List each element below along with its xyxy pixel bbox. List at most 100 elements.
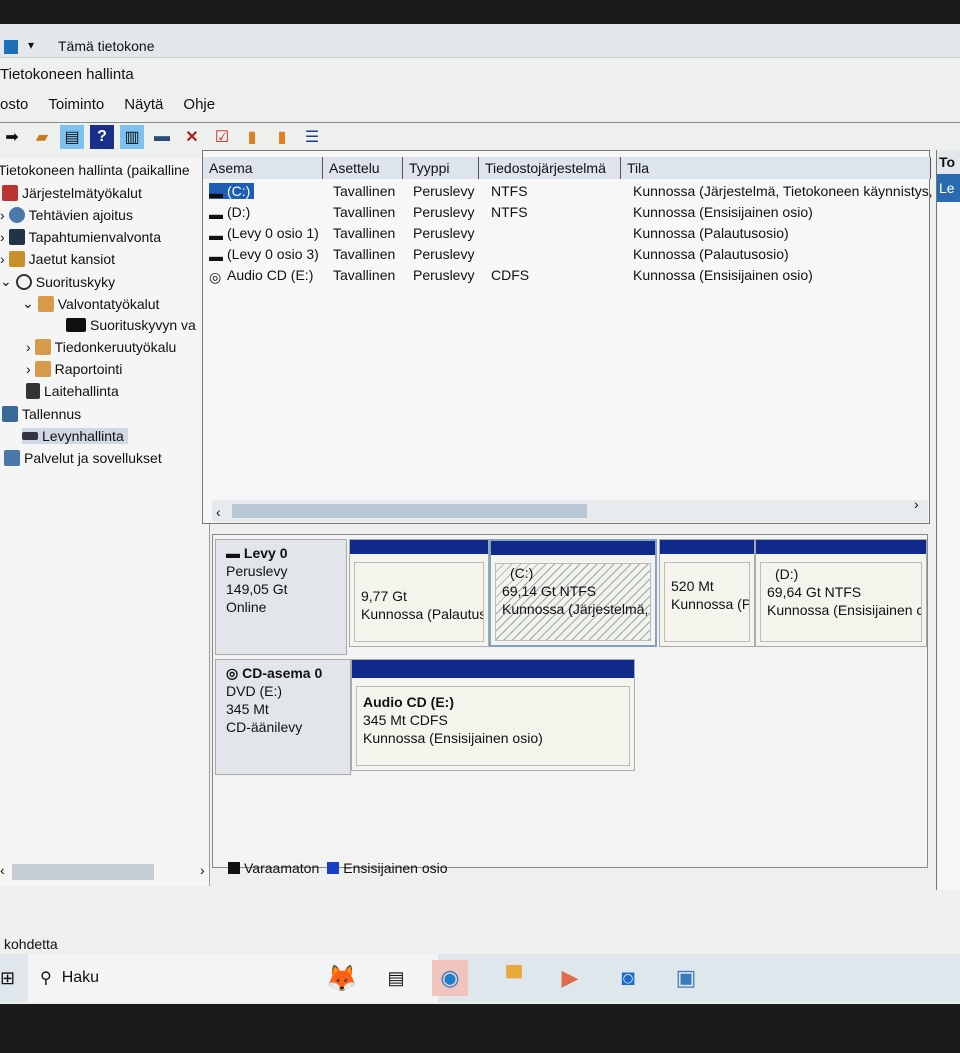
quick-access-dropdown-icon[interactable]: ▾ — [28, 38, 34, 52]
cell-status: Kunnossa (Ensisijainen osio) — [633, 267, 813, 283]
chevron-right-icon[interactable]: › — [0, 207, 5, 223]
window-title: Tämä tietokone — [58, 38, 155, 54]
partition-recovery-1[interactable]: 9,77 Gt Kunnossa (Palautus — [349, 539, 489, 647]
services-icon — [4, 450, 20, 466]
table-row[interactable]: (Levy 0 osio 3) Tavallinen Peruslevy Kunnos… — [209, 246, 925, 266]
partition-c[interactable]: (C:) 69,14 Gt NTFS Kunnossa (Järjestelmä, … — [489, 539, 657, 647]
storage-icon — [2, 406, 18, 422]
cd-drive-0-label[interactable]: ◎ CD-asema 0 DVD (E:) 345 Mt CD-äänilevy — [215, 659, 351, 775]
folder-up-icon[interactable]: ▰ — [30, 125, 54, 149]
export-icon[interactable]: ▮ — [240, 125, 264, 149]
menu-help[interactable]: Ohje — [183, 96, 215, 120]
show-hide-console-tree-icon[interactable]: ▤ — [60, 124, 84, 149]
tree-item-device-manager[interactable]: Laitehallinta — [26, 383, 119, 399]
tree-item-disk-management[interactable]: Levynhallinta — [22, 428, 128, 444]
partition-recovery-3[interactable]: 520 Mt Kunnossa (P — [659, 539, 755, 647]
search-icon: ⚲ — [40, 970, 52, 987]
disk-graphical-view: ▬ Levy 0 Peruslevy 149,05 Gt Online 9,77… — [212, 534, 928, 868]
connect-icon[interactable]: ▬ — [150, 125, 174, 149]
partition-d[interactable]: (D:) 69,64 Gt NTFS Kunnossa (Ensisijainen … — [755, 539, 927, 647]
tree-item-task-scheduler[interactable]: › Tehtävien ajoitus — [0, 207, 133, 223]
table-row[interactable]: (Levy 0 osio 1) Tavallinen Peruslevy Kunnos… — [209, 225, 925, 245]
tree-item-event-viewer[interactable]: › Tapahtumienvalvonta — [0, 229, 161, 245]
column-header-type[interactable]: Tyyppi — [403, 157, 479, 179]
volume-list: Asema Asettelu Tyyppi Tiedostojärjestelm… — [202, 150, 933, 524]
partition-audio-cd[interactable]: Audio CD (E:) 345 Mt CDFS Kunnossa (Ensisi… — [351, 659, 635, 771]
chevron-right-icon[interactable]: › — [26, 339, 31, 355]
forward-icon[interactable]: ➡ — [0, 125, 24, 149]
event-log-icon — [8, 229, 25, 245]
cell-type: Peruslevy — [413, 183, 475, 199]
tree-item-storage[interactable]: Tallennus — [2, 406, 81, 422]
folder-icon — [34, 361, 51, 377]
disk-icon: ▬ — [226, 545, 240, 561]
gauge-icon — [15, 273, 32, 290]
file-explorer-icon[interactable]: ▀ — [496, 960, 532, 996]
media-player-icon[interactable]: ▶ — [552, 960, 588, 996]
computer-management-icon[interactable]: ▣ — [668, 960, 704, 996]
device-icon — [26, 383, 40, 399]
tree-item-monitoring-tools[interactable]: ⌄ Valvontatyökalut — [22, 295, 159, 312]
tree-item-shared-folders[interactable]: › Jaetut kansiot — [0, 251, 115, 267]
tree-item-reports[interactable]: › Raportointi — [26, 361, 122, 377]
app-icon — [4, 40, 18, 54]
cell-status: Kunnossa (Palautusosio) — [633, 246, 789, 262]
disk-icon: ▬ — [209, 227, 223, 243]
cell-status: Kunnossa (Järjestelmä, Tietokoneen käynn… — [633, 183, 933, 199]
column-header-layout[interactable]: Asettelu — [323, 157, 403, 179]
scroll-left-icon[interactable]: ‹ — [0, 862, 5, 878]
scroll-right-icon[interactable]: › — [914, 496, 919, 512]
scrollbar-thumb[interactable] — [232, 504, 587, 518]
chevron-down-icon[interactable]: ⌄ — [22, 295, 34, 312]
table-row[interactable]: (C:) Tavallinen Peruslevy NTFS Kunnossa (Jär… — [209, 183, 933, 203]
tree-item-performance-monitor[interactable]: Suorituskyvyn va — [66, 317, 196, 333]
scroll-left-icon[interactable]: ‹ — [216, 504, 221, 520]
task-view-icon[interactable]: ▤ — [378, 960, 414, 996]
scroll-right-icon[interactable]: › — [200, 862, 205, 878]
title-bar: ▾ Tämä tietokone — [0, 24, 960, 58]
help-icon[interactable]: ? — [90, 124, 114, 149]
menu-view[interactable]: Näytä — [124, 96, 163, 120]
cell-layout: Tavallinen — [333, 267, 396, 283]
menu-action[interactable]: Toiminto — [48, 96, 104, 120]
tree-item-services-apps[interactable]: Palvelut ja sovellukset — [4, 450, 162, 466]
table-row[interactable]: Audio CD (E:) Tavallinen Peruslevy CDFS Kunn… — [209, 267, 925, 287]
column-header-status[interactable]: Tila — [621, 157, 931, 179]
table-row[interactable]: (D:) Tavallinen Peruslevy NTFS Kunnossa (Ens… — [209, 204, 925, 224]
disk-0-label[interactable]: ▬ Levy 0 Peruslevy 149,05 Gt Online — [215, 539, 347, 655]
tree-item-data-collector-sets[interactable]: › Tiedonkeruutyökalu — [26, 339, 176, 355]
chevron-down-icon[interactable]: ⌄ — [0, 273, 12, 290]
chevron-right-icon[interactable]: › — [26, 361, 31, 377]
start-icon[interactable]: ⊞ — [0, 968, 15, 989]
edge-icon[interactable]: ◉ — [432, 960, 468, 996]
outlook-icon[interactable]: ◙ — [610, 960, 646, 996]
chevron-right-icon[interactable]: › — [0, 229, 5, 245]
chevron-right-icon[interactable]: › — [0, 251, 5, 267]
cell-status: Kunnossa (Ensisijainen osio) — [633, 204, 813, 220]
actions-item-disk-management[interactable]: Le — [937, 174, 960, 202]
cell-layout: Tavallinen — [333, 183, 396, 199]
cell-filesystem: CDFS — [491, 267, 530, 283]
cell-layout: Tavallinen — [333, 204, 396, 220]
delete-icon[interactable]: ✕ — [180, 125, 204, 149]
actions-pane: To Le — [936, 150, 960, 890]
find-icon[interactable]: ▮ — [270, 125, 294, 149]
cell-filesystem: NTFS — [491, 183, 528, 199]
menu-file[interactable]: osto — [0, 96, 28, 120]
cd-drive-icon: ◎ — [209, 269, 222, 285]
column-header-filesystem[interactable]: Tiedostojärjestelmä — [479, 157, 621, 179]
tree-item-system-tools[interactable]: Järjestelmätyökalut — [2, 185, 142, 201]
column-header-volume[interactable]: Asema — [203, 157, 323, 179]
tree-root[interactable]: Tietokoneen hallinta (paikalline — [0, 162, 190, 178]
taskbar-search[interactable]: ⚲ Haku 🦊 — [28, 954, 438, 1002]
shared-folder-icon — [8, 251, 25, 267]
checklist-icon[interactable]: ☰ — [300, 125, 324, 149]
cell-layout: Tavallinen — [333, 225, 396, 241]
show-hide-action-pane-icon[interactable]: ▥ — [120, 124, 144, 149]
disk-icon: ▬ — [209, 206, 223, 222]
toolbar: ➡ ▰ ▤ ? ▥ ▬ ✕ ☑ ▮ ▮ ☰ — [0, 122, 960, 150]
tree-horizontal-scrollbar[interactable] — [12, 864, 154, 880]
cell-status: Kunnossa (Palautusosio) — [633, 225, 789, 241]
properties-icon[interactable]: ☑ — [210, 125, 234, 149]
tree-item-performance[interactable]: ⌄ Suorituskyky — [0, 273, 115, 290]
